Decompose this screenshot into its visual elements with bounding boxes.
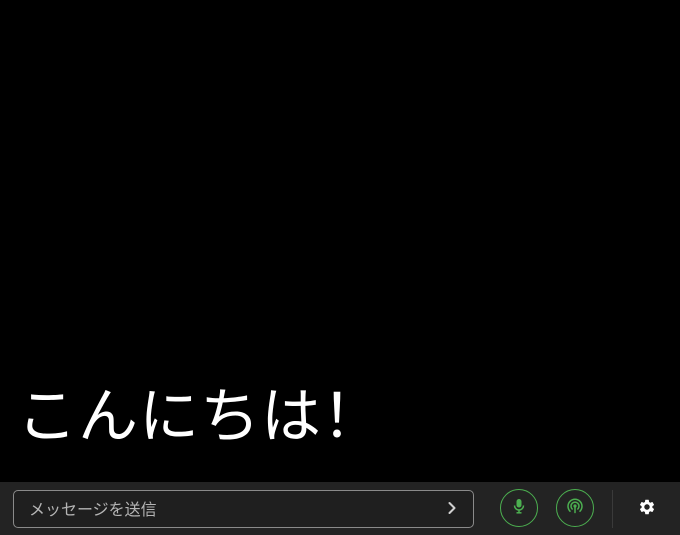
chevron-right-icon bbox=[445, 500, 459, 519]
display-area: こんにちは！ bbox=[0, 0, 680, 482]
bottom-toolbar bbox=[0, 482, 680, 535]
send-button[interactable] bbox=[441, 498, 463, 520]
toolbar-divider bbox=[612, 490, 613, 528]
microphone-icon bbox=[512, 498, 526, 518]
microphone-button[interactable] bbox=[500, 489, 538, 527]
broadcast-button[interactable] bbox=[556, 489, 594, 527]
message-input-container bbox=[13, 490, 474, 528]
gear-icon bbox=[638, 498, 656, 520]
settings-button[interactable] bbox=[636, 498, 658, 520]
message-input[interactable] bbox=[14, 491, 434, 527]
broadcast-icon bbox=[567, 498, 583, 518]
display-text: こんにちは！ bbox=[17, 382, 383, 452]
